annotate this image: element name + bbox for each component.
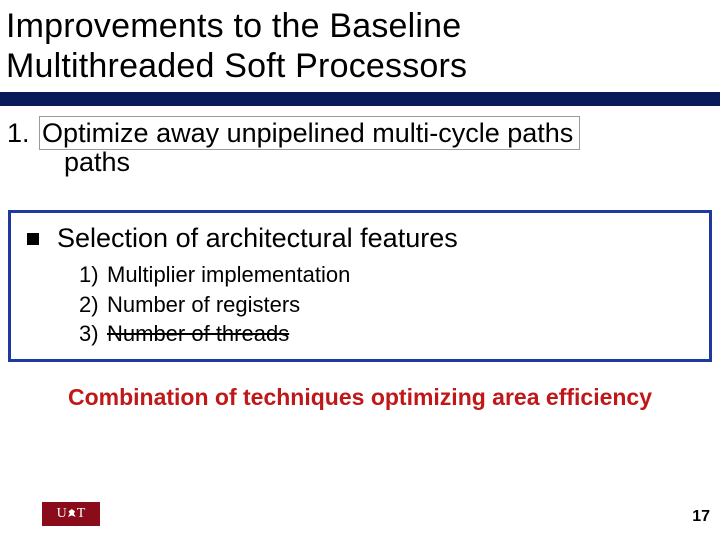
- square-bullet-icon: [27, 233, 39, 245]
- title-line-1: Improvements to the Baseline: [6, 7, 461, 45]
- logo-letter-u: U: [57, 506, 67, 522]
- list-item-number: 1): [79, 260, 107, 290]
- architectural-features-heading: Selection of architectural features: [27, 223, 697, 254]
- arch-heading-text: Selection of architectural features: [57, 223, 458, 254]
- logo-letter-t: T: [77, 506, 86, 522]
- list-item: 1)Multiplier implementation: [79, 260, 697, 290]
- list-item-number: 3): [79, 319, 107, 349]
- list-item-label: Multiplier implementation: [107, 262, 350, 287]
- list-item-label: Number of registers: [107, 292, 300, 317]
- slide: Improvements to the Baseline Multithread…: [0, 0, 720, 540]
- list-item-number: 2): [79, 290, 107, 320]
- item-1-number: 1.: [7, 118, 30, 148]
- item-1-trailing-text: paths: [64, 147, 720, 178]
- title-underline: [0, 92, 720, 106]
- list-item-label: Number of threads: [107, 321, 289, 346]
- title-line-2: Multithreaded Soft Processors: [6, 47, 467, 85]
- page-number: 17: [692, 508, 710, 526]
- combination-statement: Combination of techniques optimizing are…: [14, 384, 706, 411]
- architectural-features-list: 1)Multiplier implementation 2)Number of …: [79, 260, 697, 349]
- architectural-features-block: Selection of architectural features 1)Mu…: [8, 210, 712, 362]
- numbered-item-1: 1. Optimize away unpipelined multi-cycle…: [0, 118, 720, 178]
- slide-title-block: Improvements to the Baseline Multithread…: [0, 0, 720, 106]
- item-1-boxed-text: Optimize away unpipelined multi-cycle pa…: [39, 116, 580, 150]
- slide-title: Improvements to the Baseline Multithread…: [0, 0, 720, 92]
- maple-leaf-icon: [68, 509, 76, 517]
- list-item: 3)Number of threads: [79, 319, 697, 349]
- uoft-logo: U T: [42, 502, 100, 526]
- list-item: 2)Number of registers: [79, 290, 697, 320]
